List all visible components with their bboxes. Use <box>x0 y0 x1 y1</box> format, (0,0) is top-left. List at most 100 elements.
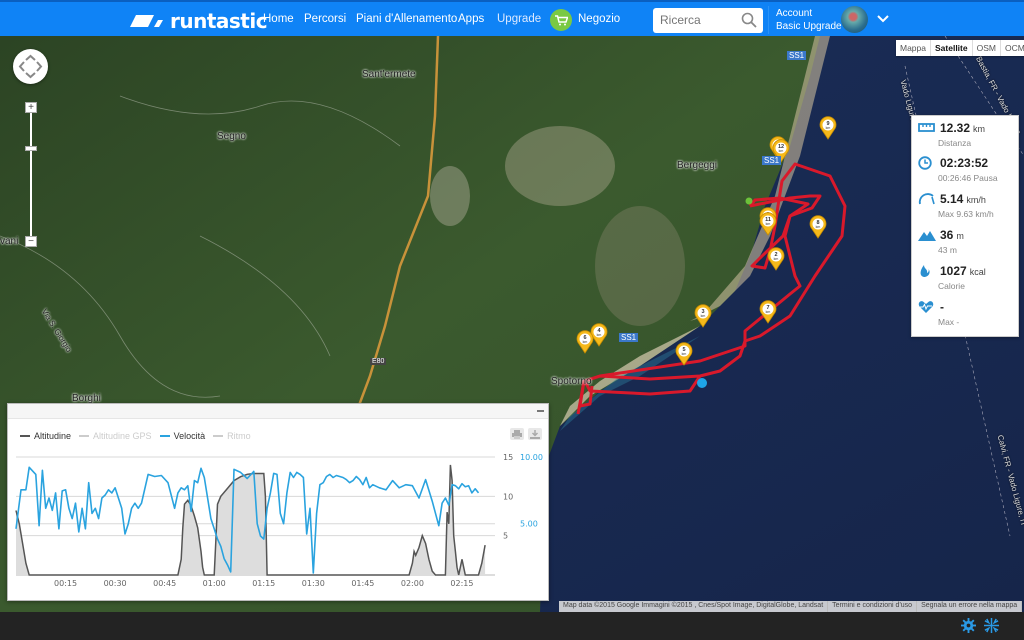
stat-value: 02:23:52 <box>940 156 989 170</box>
chart-plot[interactable]: 15 10 5 10.00 5.00 00:15 00:30 00:45 01:00 01:15 0… <box>8 404 550 602</box>
x-tick-label: 00:45 <box>153 579 176 588</box>
km-marker[interactable]: 7 km <box>759 300 777 324</box>
stat-value: 5.14 <box>940 192 964 206</box>
collapse-icon[interactable] <box>984 618 999 633</box>
place-label: Sant'ermete <box>362 69 416 80</box>
map-pin-icon: 8km <box>809 215 827 239</box>
mountain-icon <box>918 231 936 241</box>
stat-unit: kcal <box>969 267 986 277</box>
runtastic-logo[interactable]: runtastic <box>130 9 268 33</box>
gear-icon[interactable] <box>961 618 976 633</box>
pan-control[interactable] <box>13 49 48 84</box>
map-type-mappa[interactable]: Mappa <box>896 40 930 56</box>
km-marker[interactable]: 8 km <box>809 215 827 239</box>
km-marker[interactable]: 5 km <box>675 342 693 366</box>
km-marker[interactable]: 11 km <box>759 212 777 236</box>
stat-label: 00:26:46 Pausa <box>938 173 998 183</box>
flame-icon <box>920 265 930 277</box>
km-marker-unit: km <box>774 257 779 261</box>
km-marker-unit: km <box>597 333 602 337</box>
map-type-ocm[interactable]: OCM <box>999 40 1024 56</box>
road-shield: SS1 <box>787 51 807 60</box>
x-tick-label: 01:00 <box>203 579 226 588</box>
km-marker[interactable]: 6 km <box>576 330 594 354</box>
map-type-satellite[interactable]: Satellite <box>930 40 972 56</box>
terms-link[interactable]: Termini e condizioni d'uso <box>828 601 918 612</box>
map-type-selector: Mappa Satellite OSM OCM <box>896 40 1024 56</box>
account-plan: Basic Upgrade <box>776 21 842 32</box>
zoom-slider-handle[interactable] <box>25 146 37 151</box>
heart-rate-icon <box>918 301 934 313</box>
map-pin-icon: 9km <box>819 116 837 140</box>
zoom-slider-track[interactable] <box>30 108 32 242</box>
account-label: Account <box>776 8 813 19</box>
search-icon[interactable] <box>741 12 757 28</box>
stat-label: Distanza <box>938 138 972 148</box>
x-tick-label: 01:15 <box>252 579 275 588</box>
route-start-marker <box>745 197 753 205</box>
y-right-tick-label: 5.00 <box>520 520 538 529</box>
stat-value: 1027 <box>940 264 967 278</box>
map-attribution: Map data ©2015 Google Immagini ©2015 , C… <box>559 601 1023 612</box>
x-tick-label: 02:00 <box>401 579 424 588</box>
stat-value: 36 <box>940 228 954 242</box>
place-label: Segno <box>217 131 246 142</box>
y-left-tick-label: 5 <box>503 532 508 541</box>
stat-value: - <box>940 300 944 314</box>
nav-apps[interactable]: Apps <box>458 13 484 25</box>
shopping-cart-icon[interactable] <box>550 9 572 31</box>
stat-label: Calorie <box>938 281 965 291</box>
map-pin-icon: 2km <box>767 247 785 271</box>
km-marker[interactable]: 9 km <box>819 116 837 140</box>
km-marker-unit: km <box>766 310 771 314</box>
chevron-down-icon[interactable] <box>877 15 889 23</box>
nav-divider <box>768 6 769 34</box>
nav-home[interactable]: Home <box>263 13 294 25</box>
km-marker[interactable]: 3 km <box>694 304 712 328</box>
zoom-in-button[interactable]: + <box>25 102 37 113</box>
nav-piani-allenamento[interactable]: Piani d'Allenamento <box>356 13 457 25</box>
km-marker-unit: km <box>682 352 687 356</box>
km-marker-unit: km <box>826 126 831 130</box>
stat-unit: m <box>956 231 964 241</box>
stat-unit: km <box>973 124 986 134</box>
altitude-speed-chart-panel: Altitudine Altitudine GPS Velocità Ritmo 15… <box>7 403 549 601</box>
stat-unit: km/h <box>966 195 986 205</box>
place-label: Spotorno <box>551 376 592 387</box>
km-marker-unit: km <box>779 149 784 153</box>
map-pin-icon: 7km <box>759 300 777 324</box>
road-shield: E80 <box>370 358 387 365</box>
place-label: Bergeggi <box>677 160 718 171</box>
report-error-link[interactable]: Segnala un errore nella mappa <box>917 601 1023 612</box>
stat-label: Max 9.63 km/h <box>938 209 994 219</box>
speedometer-icon <box>918 193 935 205</box>
nav-upgrade[interactable]: Upgrade <box>497 13 541 25</box>
km-marker[interactable]: 2 km <box>767 247 785 271</box>
stat-label: 43 m <box>938 245 957 255</box>
x-tick-label: 00:30 <box>104 579 127 588</box>
avatar[interactable] <box>841 6 868 33</box>
x-tick-label: 02:15 <box>450 579 473 588</box>
km-marker-unit: km <box>816 225 821 229</box>
map-pin-icon: 6km <box>576 330 594 354</box>
nav-negozio[interactable]: Negozio <box>578 13 620 25</box>
stat-label: Max - <box>938 317 960 327</box>
clock-icon <box>918 156 932 170</box>
map-type-osm[interactable]: OSM <box>971 40 1000 56</box>
km-marker-unit: km <box>583 340 588 344</box>
brand-name: runtastic <box>170 9 268 33</box>
zoom-out-button[interactable]: − <box>25 236 37 247</box>
km-marker-unit: km <box>701 314 706 318</box>
pan-arrows-icon <box>18 54 43 79</box>
y-left-tick-label: 15 <box>503 453 513 462</box>
x-tick-label: 01:45 <box>351 579 374 588</box>
ruler-icon <box>918 123 935 132</box>
account-menu[interactable]: Account Basic Upgrade <box>776 7 842 33</box>
search-box <box>653 8 763 33</box>
place-label: vani <box>0 236 19 247</box>
bottom-bar <box>0 612 1024 640</box>
map-pin-icon: 5km <box>675 342 693 366</box>
nav-percorsi[interactable]: Percorsi <box>304 13 346 25</box>
search-input[interactable] <box>660 8 740 31</box>
x-tick-label: 01:30 <box>302 579 325 588</box>
